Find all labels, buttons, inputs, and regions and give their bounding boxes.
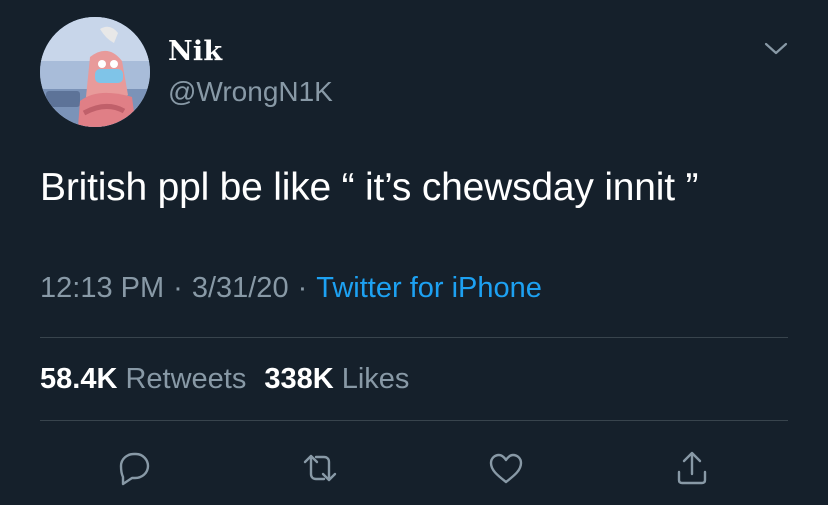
likes-label: Likes <box>341 363 410 395</box>
tweet-card: Nik @WrongN1K British ppl be like “ it’s… <box>0 0 828 505</box>
chevron-down-icon[interactable] <box>760 38 792 60</box>
tweet-time: 12:13 PM <box>40 272 165 304</box>
tweet-text: British ppl be like “ it’s chewsday inni… <box>40 166 699 209</box>
tweet-source-link[interactable]: Twitter for iPhone <box>316 272 542 304</box>
meta-separator: · <box>173 272 183 304</box>
likes-stat[interactable]: 338K Likes <box>264 363 409 395</box>
display-name[interactable]: Nik <box>168 36 222 67</box>
divider <box>40 337 788 338</box>
reply-button[interactable] <box>112 446 156 490</box>
divider <box>40 420 788 421</box>
like-button[interactable] <box>484 446 528 490</box>
likes-count: 338K <box>264 363 334 395</box>
tweet-stats: 58.4K Retweets 338K Likes <box>40 363 409 396</box>
retweets-label: Retweets <box>125 363 247 395</box>
share-icon <box>677 451 707 485</box>
user-handle[interactable]: @WrongN1K <box>168 76 333 108</box>
share-button[interactable] <box>670 446 714 490</box>
reply-icon <box>119 452 150 486</box>
retweet-button[interactable] <box>298 446 342 490</box>
tweet-date: 3/31/20 <box>191 272 289 304</box>
avatar-image <box>40 17 150 127</box>
retweets-stat[interactable]: 58.4K Retweets <box>40 363 246 395</box>
tweet-meta: 12:13 PM · 3/31/20 · Twitter for iPhone <box>40 272 542 305</box>
meta-separator: · <box>297 272 308 304</box>
retweet-icon <box>303 454 337 482</box>
retweets-count: 58.4K <box>40 363 118 395</box>
heart-icon <box>489 453 523 484</box>
avatar[interactable] <box>40 17 150 127</box>
